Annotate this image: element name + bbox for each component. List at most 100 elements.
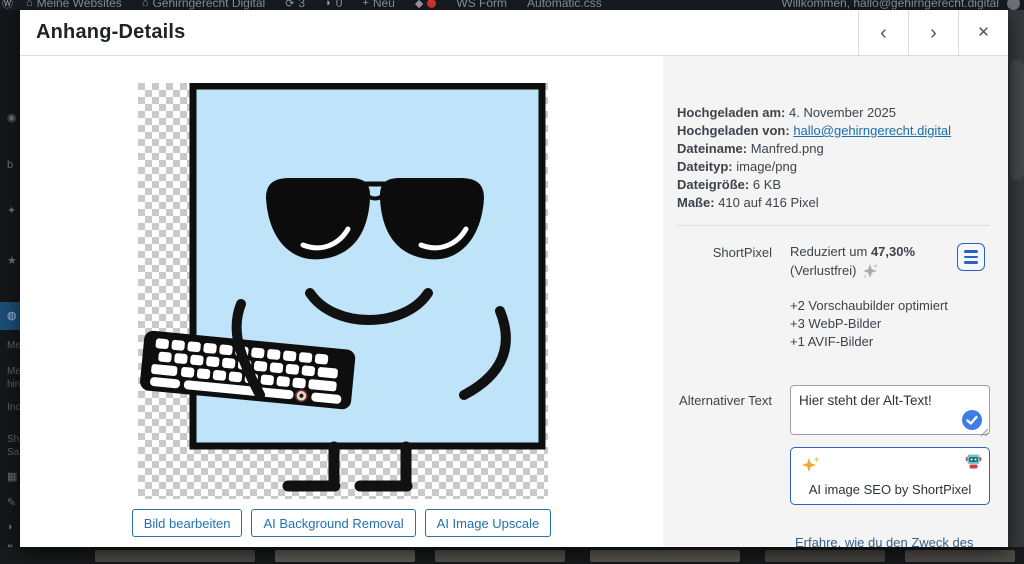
avatar[interactable] bbox=[1007, 0, 1020, 10]
filename-row: Dateiname: Manfred.png bbox=[677, 140, 990, 158]
dimmed-page-element bbox=[590, 550, 740, 562]
wp-admin-bar: Ⓦ ⌂ Meine Websites ⌂ Gehirngerecht Digit… bbox=[0, 0, 1024, 10]
dimmed-page-element bbox=[905, 550, 1015, 562]
dimmed-overlay bbox=[1008, 10, 1024, 547]
filename-value: Manfred.png bbox=[750, 141, 824, 156]
dimmed-page-element bbox=[765, 550, 885, 562]
filename-label: Dateiname: bbox=[677, 141, 748, 156]
dimmed-page-content bbox=[0, 547, 1024, 564]
sidebar-active-icon: ◍ bbox=[7, 310, 17, 322]
dimensions-row: Maße: 410 auf 416 Pixel bbox=[677, 194, 990, 212]
site-menu[interactable]: ⌂ Gehirngerecht Digital bbox=[135, 0, 272, 10]
filetype-row: Dateityp: image/png bbox=[677, 158, 990, 176]
learn-more-link[interactable]: Erfahre, wie du den Zweck des bbox=[795, 535, 973, 547]
ws-form-menu[interactable]: WS Form bbox=[449, 0, 514, 10]
sidebar-item-icon[interactable]: ★ bbox=[7, 256, 17, 267]
sidebar-item-icon[interactable]: ✦ bbox=[7, 206, 16, 217]
divider bbox=[677, 225, 990, 226]
dimmed-page-element bbox=[95, 550, 255, 562]
reduction-prefix: Reduziert um bbox=[790, 244, 868, 259]
home-icon: ⌂ bbox=[141, 0, 149, 9]
form-notifications-menu[interactable]: ◆ bbox=[408, 0, 443, 10]
uploader-link[interactable]: hallo@gehirngerecht.digital bbox=[793, 123, 951, 138]
wordpress-logo-icon[interactable]: Ⓦ bbox=[2, 0, 13, 10]
sidebar-item-icon[interactable]: ✎ bbox=[7, 498, 16, 509]
site-name-label: Gehirngerecht Digital bbox=[152, 0, 266, 10]
hamburger-icon bbox=[964, 250, 978, 253]
shortpixel-label: ShortPixel bbox=[712, 245, 772, 260]
modal-title: Anhang-Details bbox=[36, 21, 186, 43]
alt-text-field-wrap: Hier steht der Alt-Text! bbox=[790, 385, 990, 438]
attachment-details-modal: Anhang-Details ‹ › ✕ Bild bearbeiten AI … bbox=[20, 10, 1008, 547]
dimensions-value: 410 auf 416 Pixel bbox=[718, 195, 819, 210]
modal-header: Anhang-Details ‹ › ✕ bbox=[20, 10, 1008, 56]
comments-count: 0 bbox=[335, 0, 343, 10]
ai-image-upscale-button[interactable]: AI Image Upscale bbox=[424, 509, 552, 537]
close-button[interactable]: ✕ bbox=[958, 10, 1008, 55]
previous-attachment-button[interactable]: ‹ bbox=[858, 10, 908, 55]
uploaded-by-label: Hochgeladen von: bbox=[677, 123, 790, 138]
attachment-details-panel: Hochgeladen am: 4. November 2025 Hochgel… bbox=[663, 56, 1008, 547]
account-menu[interactable]: Willkommen, hallo@gehirngerecht.digital bbox=[781, 0, 999, 10]
modal-body: Bild bearbeiten AI Background Removal AI… bbox=[20, 56, 1008, 547]
sidebar-item-icon[interactable]: ◗ bbox=[7, 522, 14, 533]
sidebar-item-icon[interactable]: ◉ bbox=[7, 113, 17, 124]
preview-actions: Bild bearbeiten AI Background Removal AI… bbox=[20, 509, 663, 537]
dimmed-page-element bbox=[1010, 60, 1024, 180]
my-sites-menu[interactable]: ⌂ Meine Websites bbox=[19, 0, 129, 10]
filesize-row: Dateigröße: 6 KB bbox=[677, 176, 990, 194]
uploaded-on-value: 4. November 2025 bbox=[788, 105, 896, 120]
next-attachment-button[interactable]: › bbox=[908, 10, 958, 55]
gold-sparkles-icon bbox=[802, 456, 820, 472]
filetype-value: image/png bbox=[736, 159, 797, 174]
sidebar-item-icon[interactable]: b bbox=[7, 160, 13, 171]
sidebar-label-fragment[interactable]: Me bbox=[7, 366, 20, 377]
shortpixel-status: Reduziert um 47,30% (Verlustfrei) +2 Vor… bbox=[790, 243, 990, 351]
new-label: Neu bbox=[372, 0, 395, 10]
my-sites-icon: ⌂ bbox=[26, 0, 33, 9]
hamburger-icon bbox=[964, 261, 978, 264]
shortpixel-menu-button[interactable] bbox=[957, 243, 985, 271]
sidebar-label-fragment[interactable]: Inc bbox=[7, 402, 20, 413]
dimmed-page-element bbox=[275, 550, 415, 562]
filesize-value: 6 KB bbox=[752, 177, 782, 192]
thumbnails-optimized-stat: +2 Vorschaubilder optimiert bbox=[790, 298, 948, 313]
screen: Ⓦ ⌂ Meine Websites ⌂ Gehirngerecht Digit… bbox=[0, 0, 1024, 564]
automatic-css-label: Automatic.css bbox=[527, 0, 602, 10]
sidebar-label-fragment[interactable]: Sh bbox=[7, 434, 19, 445]
resize-handle-icon[interactable] bbox=[979, 427, 989, 437]
lossless-label: (Verlustfrei) bbox=[790, 263, 857, 278]
sparkle-icon bbox=[863, 263, 879, 279]
ai-image-seo-button[interactable]: AI image SEO by ShortPixel bbox=[790, 447, 990, 505]
uploaded-by-row: Hochgeladen von: hallo@gehirngerecht.dig… bbox=[677, 122, 990, 140]
updates-menu[interactable]: ⟳ 3 bbox=[278, 0, 312, 10]
form-icon: ◆ bbox=[414, 0, 424, 10]
plus-icon: + bbox=[362, 0, 369, 9]
updates-count: 3 bbox=[298, 0, 306, 10]
dimmed-page-element bbox=[435, 550, 565, 562]
automatic-css-menu[interactable]: Automatic.css bbox=[520, 0, 609, 10]
wp-admin-sidebar: ◉ b ✦ ★ ◍ Me Me hin Inc Sh Sa ▦ ✎ ◗ ❝ ◉ bbox=[0, 10, 20, 564]
edit-image-button[interactable]: Bild bearbeiten bbox=[131, 509, 243, 537]
ws-form-label: WS Form bbox=[456, 0, 508, 10]
attachment-preview-image bbox=[138, 83, 548, 499]
filesize-label: Dateigröße: bbox=[677, 177, 750, 192]
sidebar-label-fragment[interactable]: Me bbox=[7, 340, 20, 351]
notification-badge bbox=[427, 0, 437, 8]
header-spacer bbox=[185, 10, 858, 55]
sidebar-label-fragment: Sa bbox=[7, 447, 20, 458]
file-details: Hochgeladen am: 4. November 2025 Hochgel… bbox=[677, 104, 990, 212]
alt-text-input[interactable]: Hier steht der Alt-Text! bbox=[790, 385, 990, 435]
my-sites-label: Meine Websites bbox=[36, 0, 122, 10]
comments-menu[interactable]: ◗ 0 bbox=[318, 0, 349, 10]
avif-images-stat: +1 AVIF-Bilder bbox=[790, 334, 874, 349]
updates-icon: ⟳ bbox=[285, 0, 295, 10]
comments-icon: ◗ bbox=[325, 0, 332, 9]
new-content-menu[interactable]: + Neu bbox=[355, 0, 401, 10]
hamburger-icon bbox=[964, 255, 978, 259]
filetype-label: Dateityp: bbox=[677, 159, 733, 174]
sidebar-item-icon[interactable]: ▦ bbox=[7, 472, 17, 483]
ai-background-removal-button[interactable]: AI Background Removal bbox=[251, 509, 416, 537]
sidebar-item-active[interactable]: ◍ bbox=[0, 302, 20, 330]
robot-icon bbox=[965, 454, 982, 469]
